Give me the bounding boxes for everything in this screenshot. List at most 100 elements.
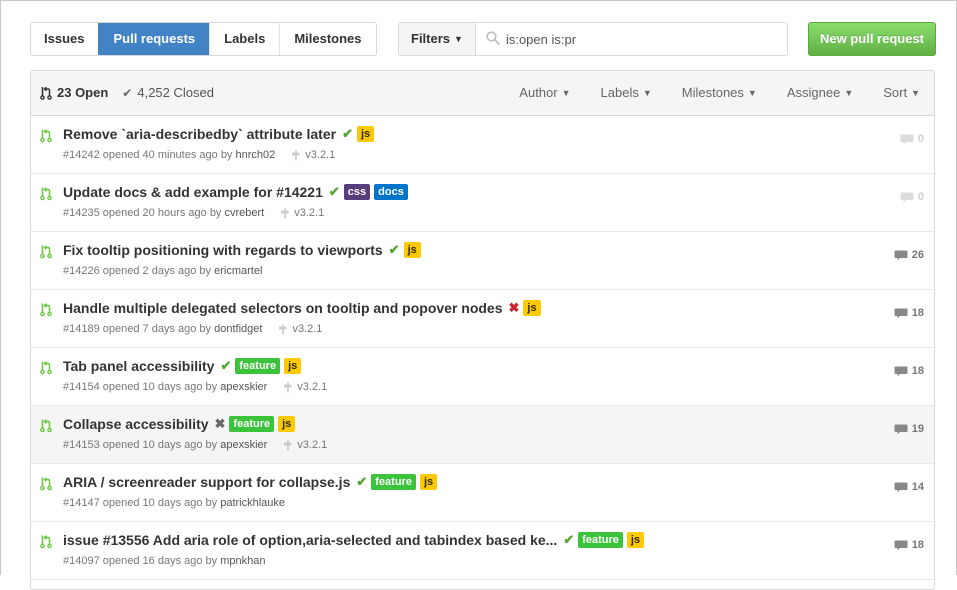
filters-dropdown-button[interactable]: Filters ▼ (399, 23, 476, 55)
milestone-link[interactable]: v3.2.1 (283, 439, 327, 451)
x-icon[interactable]: ✖ (215, 416, 226, 432)
comment-count[interactable]: 18 (894, 307, 924, 319)
new-pull-request-button[interactable]: New pull request (808, 22, 936, 56)
author-link[interactable]: apexskier (220, 381, 267, 393)
sort-menu-label: Sort (883, 85, 908, 100)
author-link[interactable]: apexskier (220, 439, 267, 451)
check-icon[interactable]: ✔ (220, 358, 231, 374)
pr-title-link[interactable]: issue #13556 Add aria role of option,ari… (63, 532, 557, 548)
pr-title-link[interactable]: Tab panel accessibility (63, 358, 214, 374)
comment-icon (894, 250, 908, 260)
author-link[interactable]: ericmartel (214, 265, 262, 277)
pr-title-line: Update docs & add example for #14221 ✔ c… (63, 184, 408, 200)
comment-count[interactable]: 18 (894, 365, 924, 377)
label-badge[interactable]: feature (371, 474, 416, 490)
comment-count-value: 0 (917, 191, 924, 203)
comment-count[interactable]: 0 (900, 133, 924, 145)
pr-meta: #14235 opened 20 hours ago by cvrebert v… (63, 207, 324, 219)
milestone-icon (279, 324, 288, 334)
x-icon[interactable]: ✖ (509, 300, 520, 316)
comment-count[interactable]: 14 (894, 481, 924, 493)
chevron-down-icon: ▼ (747, 88, 757, 98)
milestone-label: v3.2.1 (297, 381, 328, 393)
pr-number: #14189 (63, 323, 100, 335)
comment-count[interactable]: 18 (894, 539, 924, 551)
milestone-link[interactable]: v3.2.1 (278, 323, 322, 335)
tab-issues[interactable]: Issues (31, 23, 98, 55)
milestone-link[interactable]: v3.2.1 (280, 207, 324, 219)
pr-meta: #14097 opened 16 days ago by mpnkhan (63, 555, 265, 567)
label-badge[interactable]: feature (578, 532, 623, 548)
assignee-menu-label: Assignee (786, 85, 841, 100)
check-icon[interactable]: ✔ (389, 242, 400, 258)
author-menu[interactable]: Author ▼ (519, 85, 570, 100)
check-icon[interactable]: ✔ (356, 474, 367, 490)
pull-request-icon (40, 129, 52, 143)
author-link[interactable]: mpnkhan (220, 555, 265, 567)
label-badge[interactable]: js (403, 242, 421, 258)
tab-pull-requests[interactable]: Pull requests (98, 23, 210, 55)
label-badge[interactable]: js (278, 416, 296, 432)
filters-label: Filters (411, 31, 451, 46)
state-filters: 23 Open ✔ 4,252 Closed (40, 85, 214, 100)
milestone-link[interactable]: v3.2.1 (291, 149, 335, 161)
pr-title-line: Fix tooltip positioning with regards to … (63, 242, 421, 258)
check-icon[interactable]: ✔ (342, 126, 353, 142)
label-badge[interactable]: feature (235, 358, 281, 374)
pr-title-link[interactable]: ARIA / screenreader support for collapse… (63, 474, 350, 490)
label-badge[interactable]: js (357, 126, 375, 142)
pr-title-link[interactable]: Remove `aria-describedby` attribute late… (63, 126, 336, 142)
pr-title-line: issue #13556 Add aria role of option,ari… (63, 532, 645, 548)
pr-title-link[interactable]: Collapse accessibility (63, 416, 209, 432)
list-item[interactable]: Update docs & add example for #14221 ✔ c… (31, 174, 934, 232)
pr-opened-text: opened 2 days ago by (102, 265, 212, 277)
list-item[interactable]: Remove `aria-describedby` attribute late… (31, 116, 934, 174)
author-link[interactable]: cvrebert (225, 207, 265, 219)
label-badge[interactable]: js (626, 532, 645, 548)
pr-title-link[interactable]: Update docs & add example for #14221 (63, 184, 323, 200)
assignee-menu[interactable]: Assignee ▼ (787, 85, 853, 100)
check-icon[interactable]: ✔ (329, 184, 340, 200)
pr-title-link[interactable]: Fix tooltip positioning with regards to … (63, 242, 383, 258)
pr-meta: #14242 opened 40 minutes ago by hnrch02 … (63, 149, 335, 161)
list-item[interactable]: Handle multiple delegated selectors on t… (31, 290, 934, 348)
label-badge[interactable]: css (343, 184, 371, 200)
comment-count[interactable]: 19 (894, 423, 924, 435)
list-item[interactable]: Collapse accessibility ✖ feature js #1415… (31, 406, 934, 464)
list-item[interactable]: Tab panel accessibility ✔ feature js #141… (31, 348, 934, 406)
pr-opened-text: opened 20 hours ago by (102, 207, 222, 219)
author-link[interactable]: dontfidget (214, 323, 262, 335)
label-badge[interactable]: feature (229, 416, 275, 432)
label-badge[interactable]: js (419, 474, 438, 490)
list-item[interactable]: Fix tooltip positioning with regards to … (31, 232, 934, 290)
pr-title-link[interactable]: Handle multiple delegated selectors on t… (63, 300, 503, 316)
list-item[interactable]: issue #13556 Add aria role of option,ari… (31, 522, 934, 580)
pr-number: #14235 (63, 207, 100, 219)
author-link[interactable]: patrickhlauke (220, 497, 285, 509)
tab-milestones[interactable]: Milestones (279, 23, 375, 55)
search-input[interactable] (505, 23, 787, 55)
comment-count-value: 14 (911, 481, 924, 493)
milestones-menu[interactable]: Milestones ▼ (682, 85, 757, 100)
milestone-icon (284, 440, 293, 450)
author-link[interactable]: hnrch02 (236, 149, 276, 161)
labels-menu[interactable]: Labels ▼ (601, 85, 652, 100)
open-filter[interactable]: 23 Open (40, 85, 108, 100)
closed-count: 4,252 Closed (137, 85, 214, 100)
comment-count[interactable]: 0 (900, 191, 924, 203)
milestone-label: v3.2.1 (305, 149, 336, 161)
closed-filter[interactable]: ✔ 4,252 Closed (122, 85, 214, 100)
list-item[interactable]: ARIA / screenreader support for collapse… (31, 464, 934, 522)
label-badge[interactable]: docs (374, 184, 408, 200)
chevron-down-icon: ▼ (911, 88, 920, 98)
check-icon[interactable]: ✔ (563, 532, 574, 548)
sort-menu[interactable]: Sort ▼ (883, 85, 920, 100)
pr-opened-text: opened 10 days ago by (102, 381, 218, 393)
comment-count-value: 26 (911, 249, 924, 261)
comment-count[interactable]: 26 (894, 249, 924, 261)
label-badge[interactable]: js (284, 358, 302, 374)
milestone-link[interactable]: v3.2.1 (283, 381, 327, 393)
label-badge[interactable]: js (523, 300, 541, 316)
tab-labels[interactable]: Labels (209, 23, 279, 55)
pr-number: #14147 (63, 497, 100, 509)
